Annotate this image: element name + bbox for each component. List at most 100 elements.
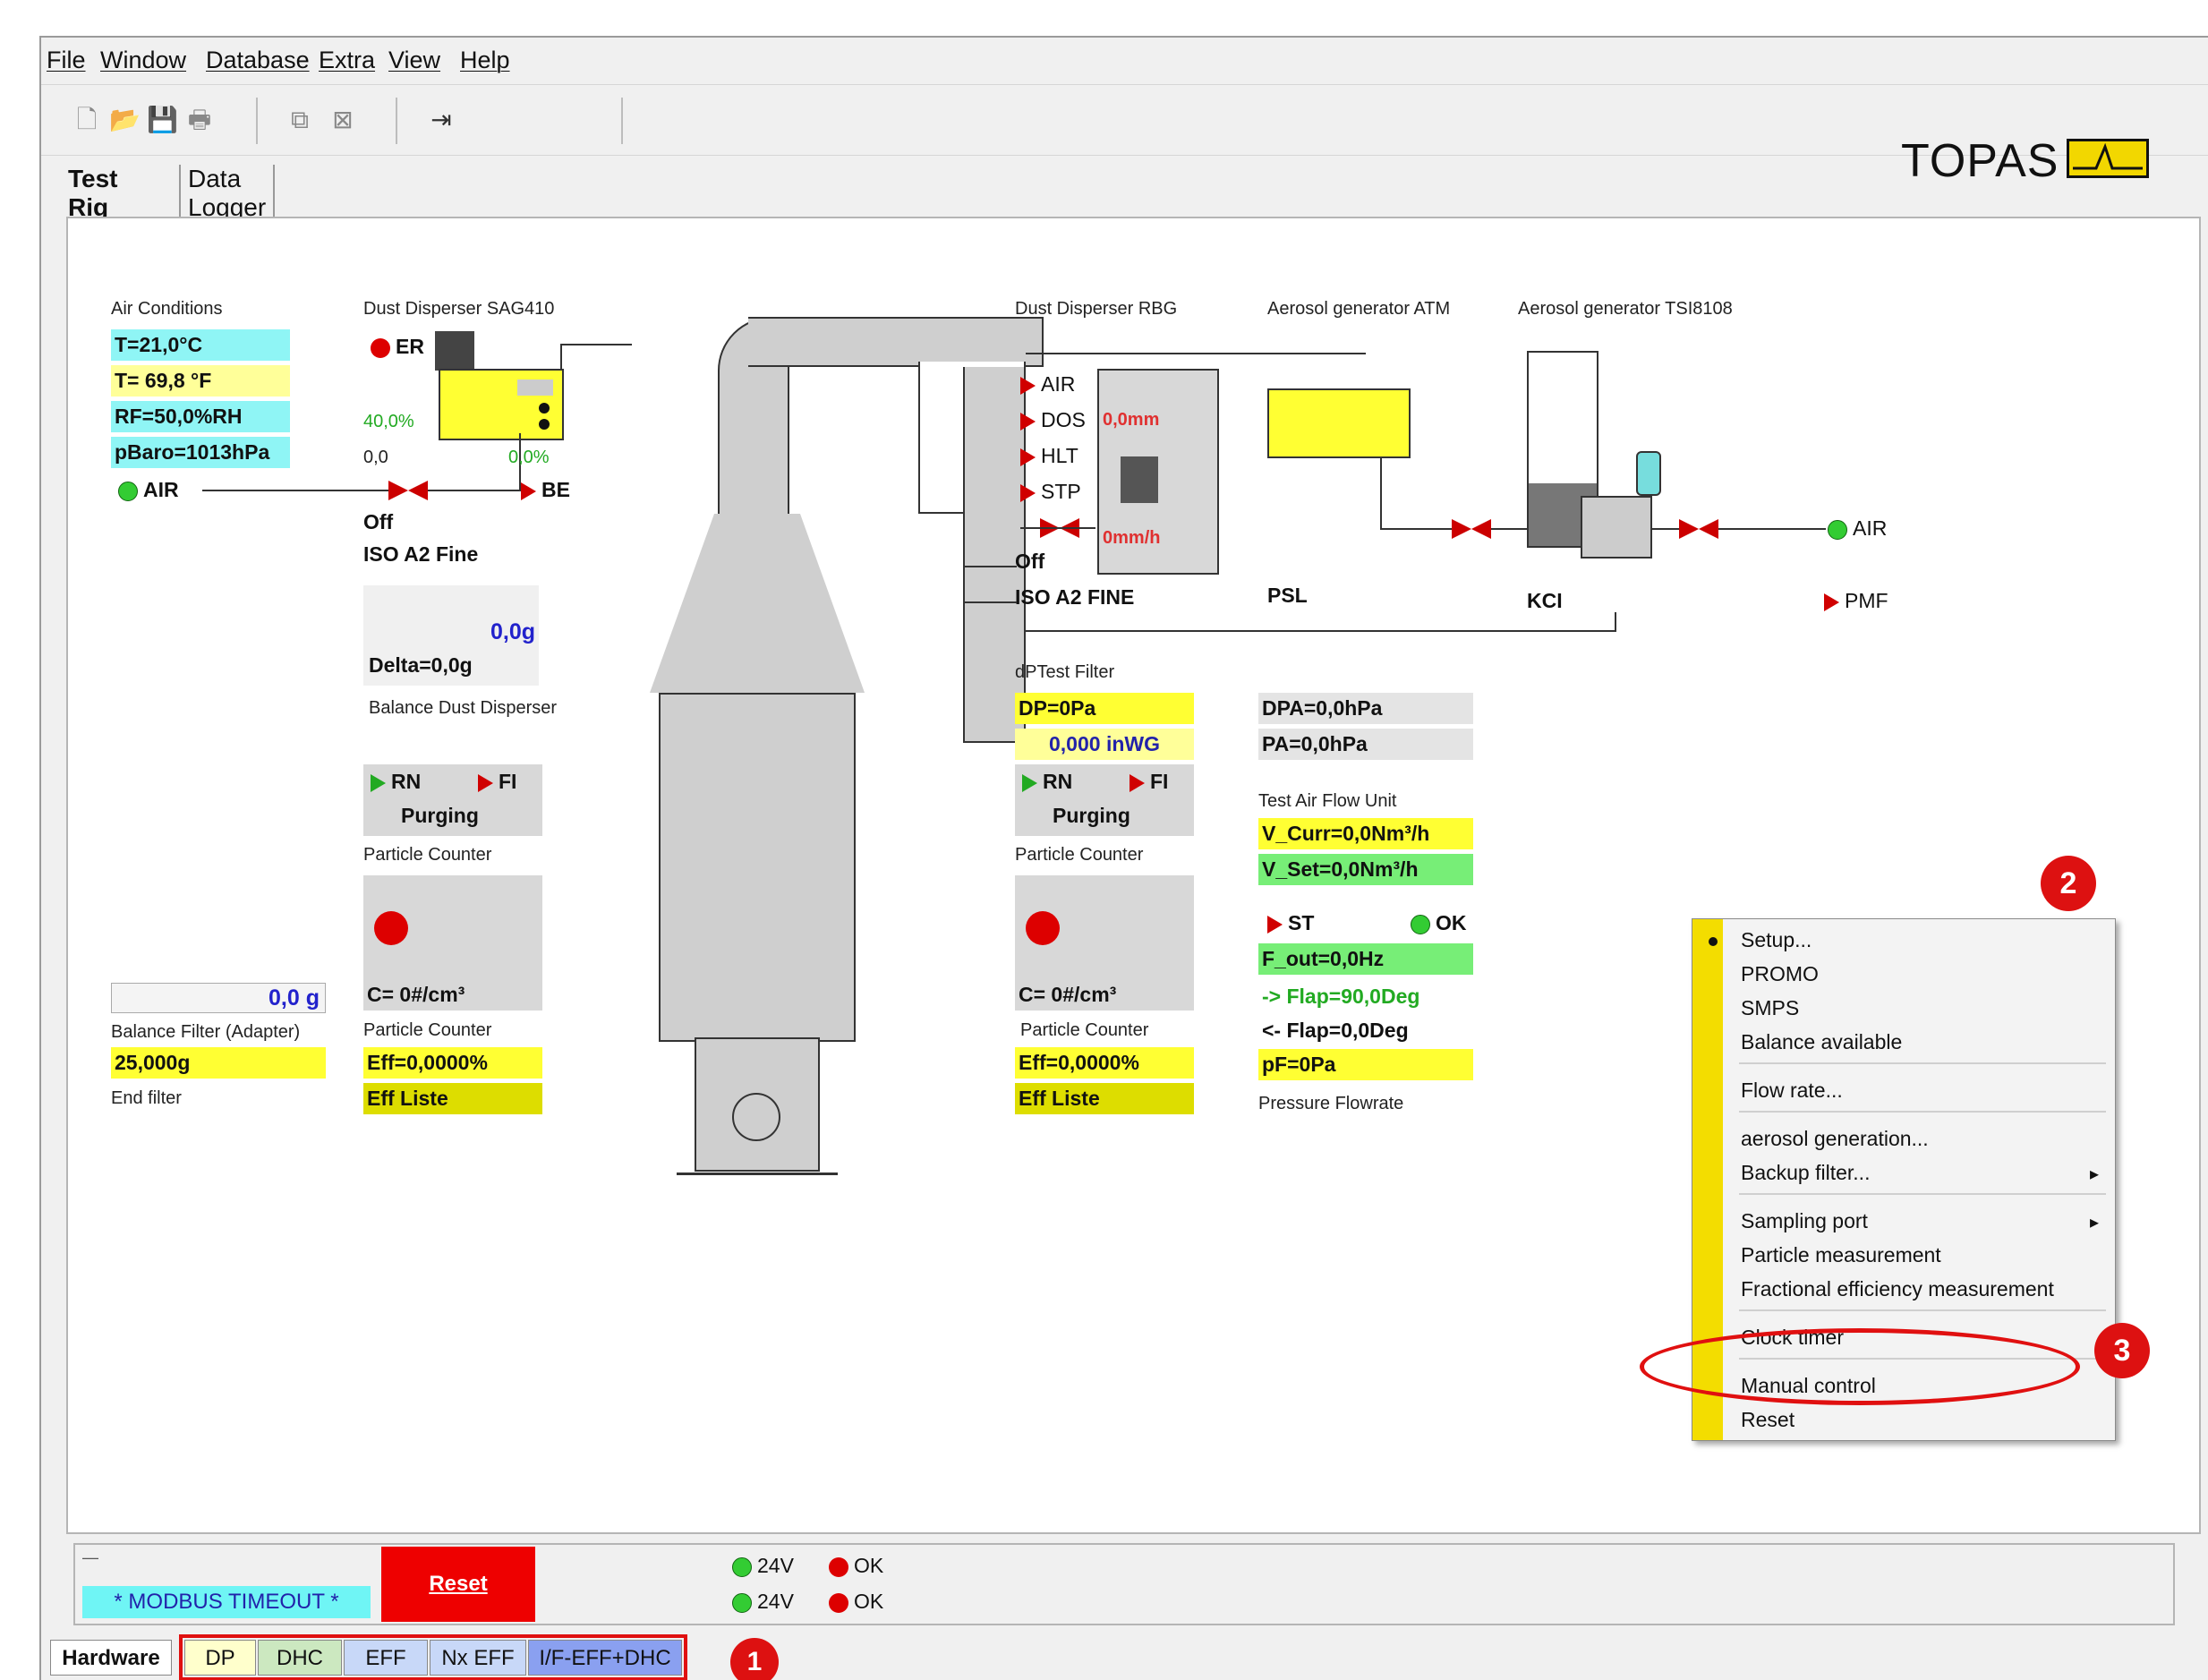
cyclone-base [695,1037,820,1172]
menu-file[interactable]: File [47,47,86,74]
pc2-efficiency-list-button[interactable]: Eff Liste [1015,1083,1194,1114]
tab-test-rig[interactable]: Test Rig [68,165,118,222]
cyclone-cone [650,514,865,693]
menu-database[interactable]: Database [206,47,310,74]
balance-filter-value-box: 0,0 g [111,983,326,1013]
frequency-output: F_out=0,0Hz [1258,943,1473,975]
menu-backup-filter[interactable]: Backup filter... [1741,1161,1870,1185]
menu-promo[interactable]: PROMO [1741,962,1819,986]
reset-button[interactable]: Reset [381,1547,535,1622]
flow-start-indicator[interactable]: ST [1267,911,1314,935]
toolbar-separator [396,98,397,144]
pc2-concentration: C= 0#/cm³ [1015,979,1194,1011]
menu-aerosol-generation[interactable]: aerosol generation... [1741,1127,1929,1151]
cyclone-floor [677,1173,838,1175]
rbg-stp-indicator[interactable]: STP [1020,480,1081,504]
menu-help[interactable]: Help [460,47,510,74]
rbg-dos-indicator[interactable]: DOS [1020,408,1086,432]
rbg-device: 0,0mm 0mm/h [1097,369,1219,575]
sag-be-indicator[interactable]: BE [521,478,570,502]
menu-separator [1739,1193,2106,1195]
rbg-dust-grade: ISO A2 FINE [1015,585,1135,609]
open-icon[interactable]: 📂 [109,105,141,135]
pc1-concentration: C= 0#/cm³ [363,979,542,1011]
sag410-device [439,369,564,440]
sag-error-indicator[interactable]: ER [371,335,424,359]
rbg-state: Off [1015,550,1045,573]
cyclone-port [732,1093,780,1141]
menu-promo-bullet [1709,937,1718,946]
rbg-line [1020,527,1095,529]
air-line [202,490,392,491]
air-inlet-indicator[interactable]: AIR [118,478,179,502]
sag-value: 0,0 [363,448,388,467]
tab-hardware[interactable]: Hardware [50,1640,172,1676]
pressure-flowrate-label: Pressure Flowrate [1258,1094,1404,1113]
submenu-arrow-icon: ▸ [2090,1164,2100,1184]
print-icon[interactable]: 🖶 [184,105,215,135]
menu-setup[interactable]: Setup... [1741,928,1812,952]
pc2-status-led [1026,911,1060,945]
brand-name: TOPAS [1901,135,2059,187]
menu-extra[interactable]: Extra [319,47,375,74]
atm-line [1380,458,1382,528]
particle-counter-2-title: Particle Counter [1015,845,1144,865]
menu-sampling-port[interactable]: Sampling port [1741,1209,1868,1233]
callout-badge-2: 2 [2041,856,2096,911]
menu-particle-measurement[interactable]: Particle measurement [1741,1243,1941,1267]
flap-open: -> Flap=90,0Deg [1262,985,1420,1008]
menu-smps[interactable]: SMPS [1741,996,1799,1020]
exit-icon[interactable]: ⇥ [426,105,456,135]
menu-fractional-efficiency[interactable]: Fractional efficiency measurement [1741,1277,2054,1301]
tsi-air-indicator[interactable]: AIR [1828,516,1887,541]
callout-badge-1: 1 [730,1638,779,1680]
tsi-device [1581,496,1652,559]
tab-data-logger[interactable]: Data Logger [179,165,276,222]
main-window: File Window Database Extra View Help 🗋 📂… [39,36,2208,1680]
copy-icon[interactable]: ⧉ [285,105,315,135]
pc2-run-indicator[interactable]: RN [1022,770,1072,794]
rbg-line [963,601,1017,603]
tsi-line [1652,528,1679,530]
menu-window[interactable]: Window [100,47,186,74]
pc2-fi-indicator[interactable]: FI [1130,770,1168,794]
pc2-efficiency: Eff=0,0000% [1015,1047,1194,1079]
particle-counter-1-title: Particle Counter [363,845,492,865]
tsi-valve[interactable] [1679,519,1718,539]
menu-view[interactable]: View [388,47,440,74]
balance-dust-disperser-label: Balance Dust Disperser [369,698,558,718]
test-air-flow-unit-title: Test Air Flow Unit [1258,791,1397,811]
new-icon[interactable]: 🗋 [72,105,102,135]
toolbar-separator [621,98,623,144]
status-dash: — [82,1548,98,1566]
menu-reset[interactable]: Reset [1741,1408,1795,1432]
atm-aerosol-name: PSL [1267,584,1308,607]
atm-valve[interactable] [1452,519,1491,539]
pc2-purging-status: Purging [1053,804,1130,827]
atm-line [1026,353,1366,354]
save-icon[interactable]: 💾 [147,105,178,135]
menu-flow-rate[interactable]: Flow rate... [1741,1079,1843,1103]
pc1-efficiency-list-button[interactable]: Eff Liste [363,1083,542,1114]
power-24v-1: 24V [732,1554,794,1578]
flow-current: V_Curr=0,0Nm³/h [1258,818,1473,849]
modbus-timeout-status: * MODBUS TIMEOUT * [82,1586,371,1618]
pc1-run-indicator[interactable]: RN [371,770,421,794]
balance-filter-value: 0,0 g [269,985,320,1011]
air-valve[interactable] [388,481,428,500]
rbg-hlt-indicator[interactable]: HLT [1020,444,1078,468]
status-ok-2: OK [829,1590,883,1614]
pc1-fi-indicator[interactable]: FI [478,770,516,794]
dp-test-filter-title: dPTest Filter [1015,662,1115,682]
tsi-line [1026,630,1616,632]
particle-counter-2-control: RN FI Purging [1015,764,1194,836]
rbg-line [963,566,1017,567]
menu-separator [1739,1111,2106,1113]
rbg-air-indicator[interactable]: AIR [1020,372,1075,397]
close-doc-icon[interactable]: ⊠ [328,105,358,135]
menu-balance-available[interactable]: Balance available [1741,1030,1902,1054]
rbg-display [1121,456,1158,503]
sag-hopper [435,331,474,371]
sag-dust-grade: ISO A2 Fine [363,542,479,566]
tsi-pmf-indicator[interactable]: PMF [1824,589,1888,613]
